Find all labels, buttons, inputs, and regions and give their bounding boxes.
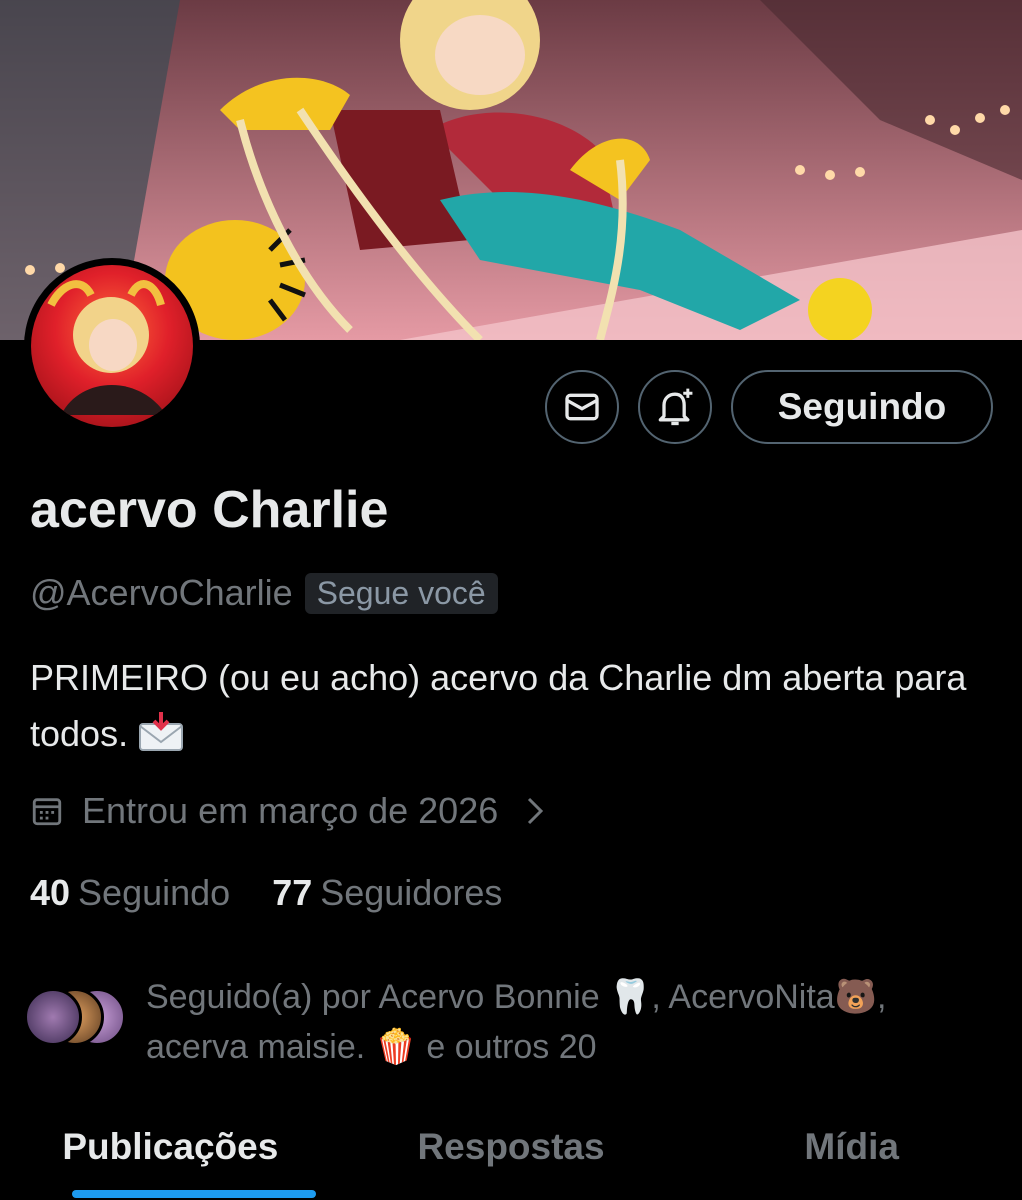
followed-by-text: Seguido(a) por Acervo Bonnie 🦷, AcervoNi… [146,972,996,1072]
joined-row[interactable]: Entrou em março de 2026 [30,790,546,832]
profile-tabs: Publicações Respostas Mídia [0,1112,1022,1200]
follows-you-badge: Segue você [304,572,498,614]
followed-by-names-1: Acervo Bonnie 🦷, AcervoNita🐻, [378,978,887,1016]
follow-stats: 40 Seguindo 77 Seguidores [30,872,544,914]
calendar-icon [32,798,62,826]
profile-avatar[interactable] [24,258,200,434]
tab-respostas[interactable]: Respostas [341,1112,682,1200]
tab-publicacoes[interactable]: Publicações [0,1112,341,1200]
followers-label: Seguidores [320,872,503,913]
active-tab-indicator [72,1190,316,1198]
joined-text: Entrou em março de 2026 [82,790,499,831]
following-button[interactable]: Seguindo [731,370,993,444]
handle-row: @AcervoCharlie Segue você [30,572,498,614]
mutual-avatar [24,988,82,1046]
display-name: acervo Charlie [30,481,389,539]
handle: @AcervoCharlie [30,572,293,613]
following-count: 40 [30,872,71,913]
bell-plus-icon [658,388,693,426]
chevron-right-icon [528,797,544,825]
followed-by-prefix: Seguido(a) por [146,978,379,1016]
followers-stat[interactable]: 77 Seguidores [272,872,502,914]
mutual-avatars [24,988,136,1048]
envelope-icon [565,393,599,421]
incoming-envelope-icon [139,712,184,751]
following-label: Seguindo [78,872,231,913]
followed-by-names-2: acerva maisie. 🍿 e outros 20 [146,1028,597,1066]
bio: PRIMEIRO (ou eu acho) acervo da Charlie … [30,650,990,762]
message-button[interactable] [545,370,619,444]
followers-count: 77 [272,872,313,913]
tab-midia[interactable]: Mídia [681,1112,1022,1200]
avatar-image [31,265,193,427]
following-stat[interactable]: 40 Seguindo [30,872,230,914]
notify-button[interactable] [638,370,712,444]
